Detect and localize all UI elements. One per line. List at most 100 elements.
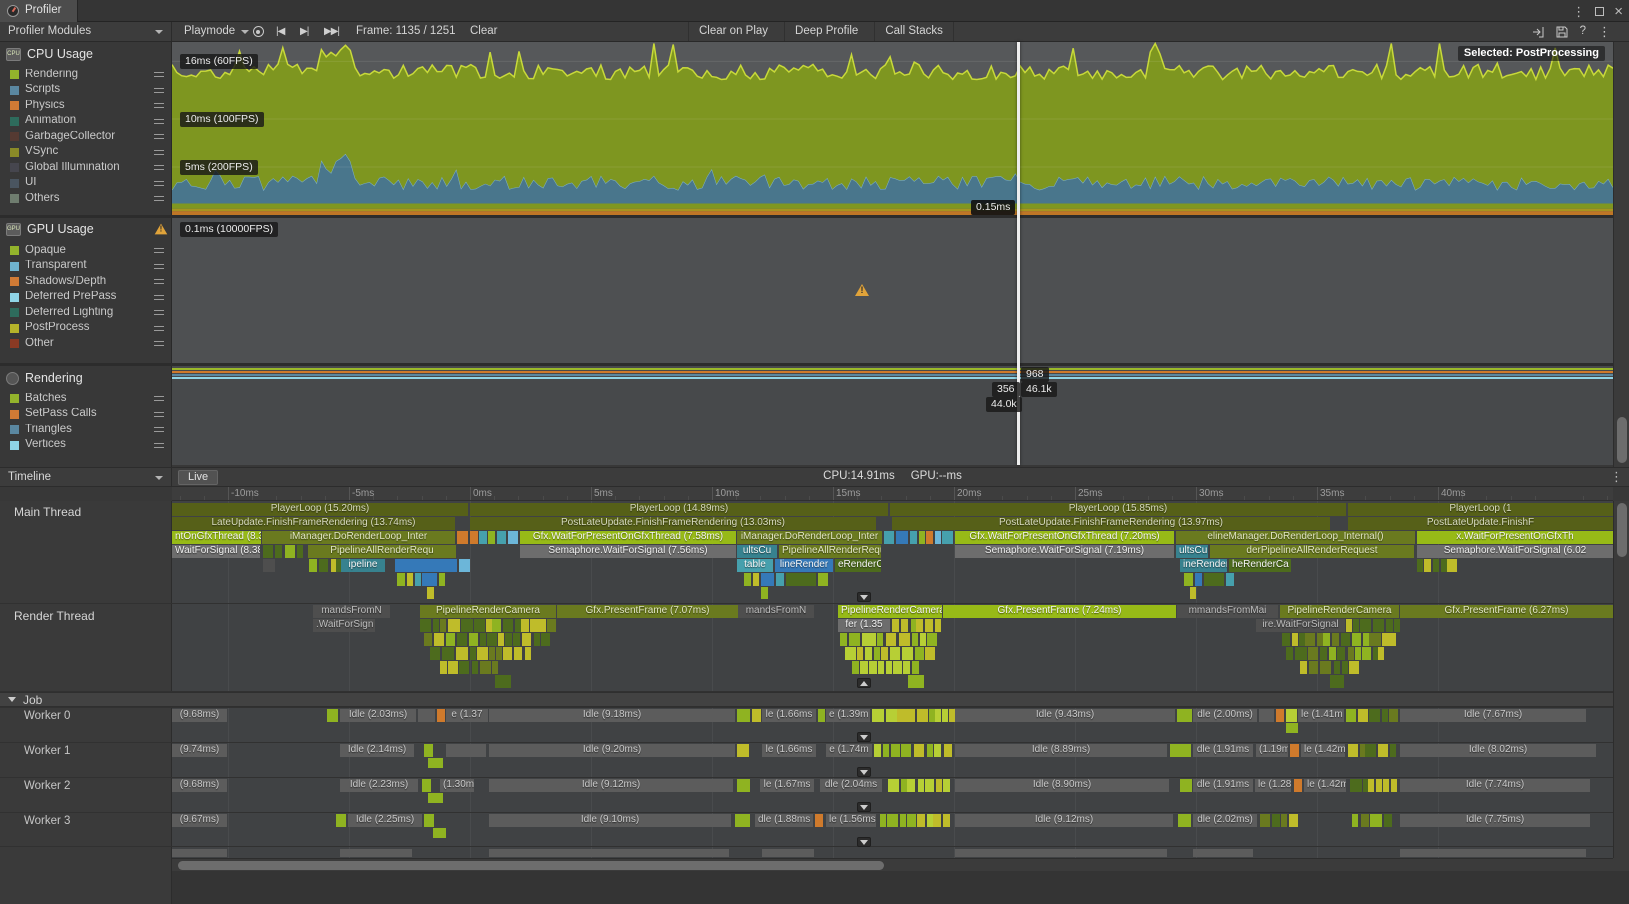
timeline-bar[interactable] [1330,675,1344,688]
timeline-bar[interactable] [915,619,924,632]
timeline-bar[interactable] [1190,587,1196,599]
timeline-bar[interactable] [896,531,908,544]
timeline-bar[interactable] [479,661,491,674]
timeline-bar[interactable]: PlayerLoop (14.89ms) [470,503,888,516]
timeline-bar[interactable]: Gfx.WaitForPresentOnGfxThread (7.20ms) [955,531,1174,544]
timeline-bar[interactable] [864,647,872,660]
timeline-bar[interactable] [1226,573,1234,586]
timeline-bar[interactable] [1390,779,1397,792]
timeline-bar[interactable] [948,709,955,722]
timeline-bar[interactable] [1276,709,1284,722]
timeline-bar[interactable] [1286,709,1297,722]
timeline-bar[interactable]: ipeline [341,559,385,572]
timeline-bar[interactable]: Idle (2.14ms) [340,744,414,757]
flow-event-marker[interactable] [857,592,871,602]
timeline-bar[interactable] [818,573,828,586]
timeline-bar[interactable] [1350,779,1362,792]
timeline-bar[interactable] [872,709,884,722]
legend-drag-handle-icon[interactable] [154,411,164,417]
timeline-bar[interactable] [440,619,447,632]
timeline-bar[interactable] [448,661,458,674]
timeline-bar[interactable] [1369,633,1382,646]
flow-event-marker[interactable] [857,837,871,847]
timeline-bar[interactable] [915,647,924,660]
timeline-vertical-scrollbar[interactable] [1613,501,1629,858]
timeline-bar[interactable] [935,779,942,792]
timeline-bar[interactable] [534,633,541,646]
timeline-bar[interactable] [1376,779,1383,792]
timeline-bar[interactable] [336,814,346,827]
timeline-bar[interactable] [1386,619,1393,632]
timeline-bar[interactable] [477,647,489,660]
timeline-bar[interactable] [540,633,551,646]
timeline-bar[interactable] [906,814,916,827]
timeline-bar[interactable]: dle (1.91ms [1193,779,1253,792]
timeline-bar[interactable] [1348,744,1358,757]
next-frame-button[interactable]: ▶| [296,22,312,41]
timeline-bar[interactable] [912,633,919,646]
timeline-bar[interactable]: ntOnGfxThread (8.39ms) [172,531,261,544]
timeline-bar[interactable] [440,661,448,674]
timeline-bar[interactable]: Idle (7.75ms) [1400,814,1590,827]
legend-drag-handle-icon[interactable] [154,118,164,124]
timeline-bar[interactable] [925,647,935,660]
timeline-bar[interactable] [890,744,900,757]
load-profile-icon[interactable] [1532,26,1544,38]
timeline-bar[interactable]: Idle (9.10ms) [489,814,731,827]
timeline-bar[interactable] [933,814,941,827]
timeline-bar[interactable] [926,633,938,646]
timeline-bar[interactable] [1377,647,1384,660]
timeline-bar[interactable] [1369,814,1382,827]
timeline-bar[interactable] [909,531,917,544]
legend-drag-handle-icon[interactable] [154,396,164,401]
legend-item[interactable]: Shadows/Depth [10,274,164,289]
timeline-bar[interactable]: mmandsFromMai [1177,605,1278,618]
timeline-bar[interactable] [442,647,455,660]
legend-drag-handle-icon[interactable] [154,248,164,253]
timeline-bar[interactable]: ineRenderC [1180,559,1227,572]
timeline-bar[interactable]: Idle (9.43ms) [955,709,1175,722]
timeline-bar[interactable]: elineManager.DoRenderLoop_Internal() [1176,531,1415,544]
timeline-bar[interactable] [1423,559,1432,572]
timeline-bar[interactable]: ire.WaitForSignal [1256,619,1345,632]
legend-drag-handle-icon[interactable] [154,87,164,93]
timeline-bar[interactable] [513,633,520,646]
timeline-bar[interactable] [1334,661,1340,674]
timeline-bar[interactable] [522,633,532,646]
timeline-bar[interactable] [925,619,933,632]
timeline-bar[interactable] [430,647,441,660]
clear-button[interactable]: Clear [462,22,505,41]
timeline-bar[interactable] [942,531,953,544]
timeline-bar[interactable] [480,633,487,646]
timeline-bar[interactable] [933,744,941,757]
legend-item[interactable]: Animation [10,114,164,129]
timeline-kebab-menu-icon[interactable]: ⋮ [1610,470,1623,483]
timeline-bar[interactable] [1360,814,1369,827]
timeline-bar[interactable] [428,758,443,768]
timeline-bar[interactable] [942,709,949,722]
timeline-bar[interactable] [913,744,925,757]
timeline-bar[interactable] [487,531,495,544]
timeline-bar[interactable] [1340,633,1350,646]
legend-drag-handle-icon[interactable] [154,442,164,448]
timeline-bar[interactable] [424,744,433,757]
close-icon[interactable]: × [1614,4,1623,19]
timeline-bar[interactable] [744,573,751,586]
timeline-bar[interactable] [456,633,468,646]
timeline-bar[interactable]: eRenderC [835,559,881,572]
timeline-bar[interactable] [737,709,750,722]
timeline-bar[interactable] [926,744,933,757]
legend-item[interactable]: Deferred PrePass [10,290,164,305]
legend-drag-handle-icon[interactable] [154,325,164,331]
legend-item[interactable]: Physics [10,98,164,113]
timeline-bar[interactable]: iManager.DoRenderLoop_Inter [262,531,455,544]
timeline-bar[interactable] [919,633,926,646]
timeline-bar[interactable] [1417,559,1423,572]
timeline-bar[interactable] [459,559,470,572]
timeline-tracks[interactable]: PlayerLoop (15.20ms) PlayerLoop (14.89ms)… [172,501,1613,858]
timeline-bar[interactable] [1184,573,1193,586]
timeline-bar[interactable] [470,531,478,544]
timeline-bar[interactable] [762,849,814,857]
legend-drag-handle-icon[interactable] [154,134,164,139]
timeline-bar[interactable] [1383,814,1393,827]
